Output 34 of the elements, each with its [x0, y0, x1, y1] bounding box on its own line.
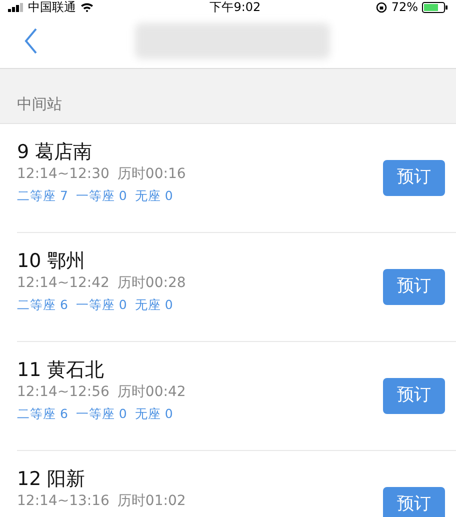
- book-button[interactable]: 预订: [383, 487, 445, 517]
- rotation-lock-icon: [376, 2, 388, 12]
- seat-availability: 一等座 0: [76, 405, 127, 423]
- book-button[interactable]: 预订: [383, 378, 445, 414]
- signal-icon: [8, 2, 24, 12]
- book-button[interactable]: 预订: [383, 160, 445, 196]
- battery-icon: [422, 2, 448, 12]
- wifi-icon: [80, 2, 94, 12]
- book-button[interactable]: 预订: [383, 269, 445, 305]
- seat-availability: 无座 0: [134, 296, 173, 314]
- duration-text: 历时00:42: [117, 383, 186, 402]
- duration-text: 历时01:02: [117, 492, 186, 511]
- time-range: 12:14~12:42: [17, 274, 110, 293]
- station-name: 11 黄石北: [17, 358, 106, 382]
- carrier-name: 中国联通: [28, 0, 76, 14]
- seat-availability: 二等座 6: [17, 405, 68, 423]
- seat-availability: 一等座 0: [76, 296, 127, 314]
- duration-text: 历时00:28: [117, 274, 186, 293]
- station-name: 10 鄂州: [17, 249, 86, 273]
- section-header: 中间站: [17, 94, 62, 114]
- time-range: 12:14~13:16: [17, 492, 110, 511]
- time-range: 12:14~12:30: [17, 165, 110, 184]
- clock-time: 下午9:02: [210, 0, 261, 14]
- station-name: 12 阳新: [17, 467, 86, 491]
- time-range: 12:14~12:56: [17, 383, 110, 402]
- seat-availability: 无座 0: [134, 187, 173, 205]
- seat-availability: 二等座 7: [17, 187, 68, 205]
- seat-availability: 无座 0: [134, 405, 173, 423]
- battery-percent: 72%: [391, 0, 418, 14]
- seat-availability: 一等座 0: [76, 187, 127, 205]
- duration-text: 历时00:16: [117, 165, 186, 184]
- back-icon[interactable]: [24, 28, 38, 54]
- station-name: 9 葛店南: [17, 140, 94, 164]
- seat-availability: 二等座 6: [17, 296, 68, 314]
